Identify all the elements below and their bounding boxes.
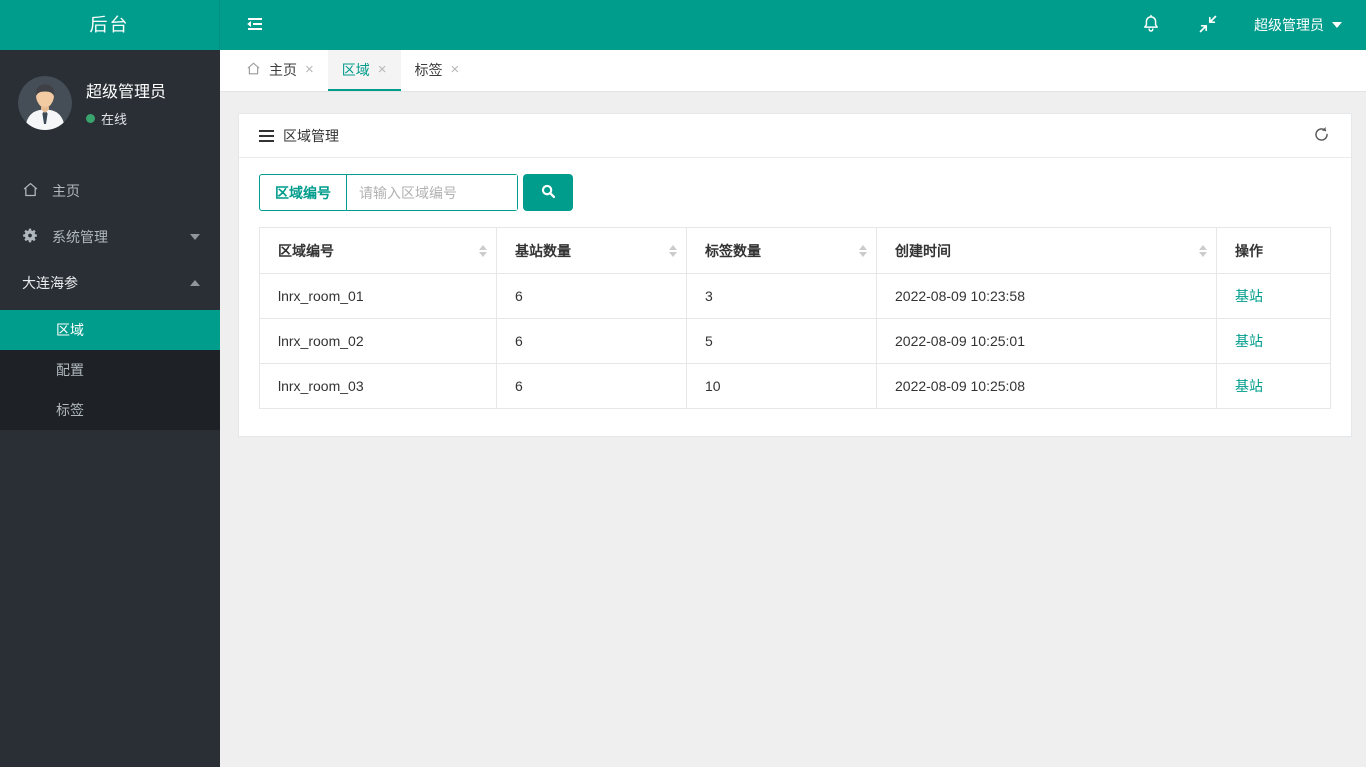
- main-area: 主页 × 区域 × 标签 × 区域管理 区域编号 请输入区域编号 区域编号 基站…: [220, 50, 1366, 767]
- cell-area-id: lnrx_room_03: [259, 363, 497, 409]
- compress-icon: [1198, 14, 1218, 37]
- base-station-link[interactable]: 基站: [1235, 333, 1263, 349]
- sidebar-item-label: 大连海参: [22, 275, 78, 291]
- search-icon: [539, 182, 557, 203]
- bell-icon: [1140, 13, 1162, 38]
- sort-icon[interactable]: [479, 244, 487, 257]
- column-header-label: 区域编号: [278, 242, 334, 259]
- area-table: 区域编号 基站数量 标签数量 创建时间 操作 lnrx_room_01 6 3 …: [259, 227, 1331, 409]
- refresh-button[interactable]: [1312, 125, 1331, 147]
- column-header-actions: 操作: [1216, 227, 1331, 274]
- base-station-link[interactable]: 基站: [1235, 378, 1263, 394]
- sidebar-item-home[interactable]: 主页: [0, 168, 220, 214]
- cell-created-at: 2022-08-09 10:25:08: [876, 363, 1217, 409]
- base-station-link[interactable]: 基站: [1235, 288, 1263, 304]
- tab-label: 标签: [414, 61, 443, 78]
- panel-header: 区域管理: [239, 114, 1351, 158]
- search-input-group: 区域编号: [259, 174, 518, 211]
- column-header-created-at[interactable]: 创建时间: [876, 227, 1217, 274]
- top-bar: 后台 超级管理员: [0, 0, 1366, 50]
- cell-tags: 10: [686, 363, 877, 409]
- sidebar-item-label: 配置: [56, 362, 84, 378]
- column-header-area-id[interactable]: 区域编号: [259, 227, 497, 274]
- sidebar-item-tags[interactable]: 标签: [0, 390, 220, 430]
- tab-area[interactable]: 区域 ×: [327, 50, 401, 91]
- sidebar-item-label: 系统管理: [52, 229, 108, 245]
- tab-home[interactable]: 主页 ×: [232, 50, 328, 91]
- tab-bar: 主页 × 区域 × 标签 ×: [220, 50, 1366, 92]
- chevron-down-icon: [1332, 22, 1342, 28]
- sidebar-item-area[interactable]: 区域: [0, 310, 220, 350]
- chevron-down-icon: [190, 234, 200, 240]
- sidebar-toggle-button[interactable]: [244, 13, 266, 38]
- close-icon[interactable]: ×: [451, 62, 460, 77]
- online-status-label: 在线: [101, 112, 128, 127]
- panel-body: 区域编号 请输入区域编号 区域编号 基站数量 标签数量 创建时间 操作 lnrx…: [239, 158, 1351, 436]
- panel-title: 区域管理: [283, 127, 339, 144]
- tab-label: 区域: [341, 61, 370, 78]
- cell-area-id: lnrx_room_01: [259, 273, 497, 319]
- gear-icon: [22, 227, 39, 247]
- notifications-button[interactable]: [1140, 13, 1162, 38]
- app-logo: 后台: [0, 0, 220, 50]
- sidebar-item-dalian-haishen[interactable]: 大连海参: [0, 260, 220, 306]
- close-icon[interactable]: ×: [305, 62, 314, 77]
- sort-icon[interactable]: [669, 244, 677, 257]
- tab-label: 主页: [269, 61, 297, 78]
- user-dropdown[interactable]: 超级管理员: [1254, 15, 1342, 35]
- online-status-dot: [86, 114, 95, 123]
- sidebar-menu: 主页 系统管理 大连海参 区域 配置 标签: [0, 168, 220, 430]
- table-row: lnrx_room_01 6 3 2022-08-09 10:23:58 基站: [259, 273, 1331, 319]
- menu-fold-icon: [244, 13, 266, 38]
- list-icon: [259, 129, 274, 142]
- cell-area-id: lnrx_room_02: [259, 318, 497, 364]
- column-header-tags[interactable]: 标签数量: [686, 227, 877, 274]
- cell-base-stations: 6: [496, 273, 687, 319]
- column-header-label: 基站数量: [515, 242, 571, 259]
- cell-tags: 5: [686, 318, 877, 364]
- area-management-panel: 区域管理 区域编号 请输入区域编号 区域编号 基站数量 标签数量 创建时间 操作…: [238, 113, 1352, 437]
- user-panel: 超级管理员 在线: [0, 50, 220, 152]
- cell-created-at: 2022-08-09 10:25:01: [876, 318, 1217, 364]
- tab-tags[interactable]: 标签 ×: [401, 50, 474, 91]
- column-header-label: 标签数量: [705, 242, 761, 259]
- cell-tags: 3: [686, 273, 877, 319]
- search-row: 区域编号: [259, 174, 1331, 211]
- sidebar-item-config[interactable]: 配置: [0, 350, 220, 390]
- sidebar-submenu: 区域 配置 标签: [0, 310, 220, 430]
- sort-icon[interactable]: [859, 244, 867, 257]
- cell-created-at: 2022-08-09 10:23:58: [876, 273, 1217, 319]
- refresh-icon: [1312, 125, 1331, 147]
- chevron-up-icon: [190, 280, 200, 286]
- close-icon[interactable]: ×: [378, 62, 387, 77]
- cell-base-stations: 6: [496, 318, 687, 364]
- sidebar-item-system-management[interactable]: 系统管理: [0, 214, 220, 260]
- avatar: [18, 76, 72, 130]
- column-header-label: 创建时间: [895, 242, 951, 259]
- column-header-base-stations[interactable]: 基站数量: [496, 227, 687, 274]
- home-icon: [22, 181, 39, 201]
- home-icon: [246, 61, 261, 79]
- sidebar-item-label: 标签: [56, 402, 84, 418]
- sidebar-item-label: 区域: [56, 322, 84, 338]
- area-id-input[interactable]: [347, 175, 517, 210]
- cell-base-stations: 6: [496, 363, 687, 409]
- page-content: 区域管理 区域编号 请输入区域编号 区域编号 基站数量 标签数量 创建时间 操作…: [220, 92, 1366, 767]
- search-button[interactable]: [523, 174, 573, 211]
- search-field-label: 区域编号: [260, 175, 347, 210]
- sort-icon[interactable]: [1199, 244, 1207, 257]
- sidebar: 超级管理员 在线 主页 系统管理 大连海参 区域 配置 标签: [0, 50, 220, 767]
- table-row: lnrx_room_03 6 10 2022-08-09 10:25:08 基站: [259, 363, 1331, 409]
- table-row: lnrx_room_02 6 5 2022-08-09 10:25:01 基站: [259, 318, 1331, 364]
- column-header-label: 操作: [1235, 242, 1263, 259]
- user-dropdown-label: 超级管理员: [1254, 17, 1324, 33]
- fullscreen-toggle-button[interactable]: [1198, 14, 1218, 37]
- table-header-row: 区域编号 基站数量 标签数量 创建时间 操作: [259, 227, 1331, 274]
- sidebar-item-label: 主页: [52, 183, 80, 199]
- user-name: 超级管理员: [86, 84, 167, 101]
